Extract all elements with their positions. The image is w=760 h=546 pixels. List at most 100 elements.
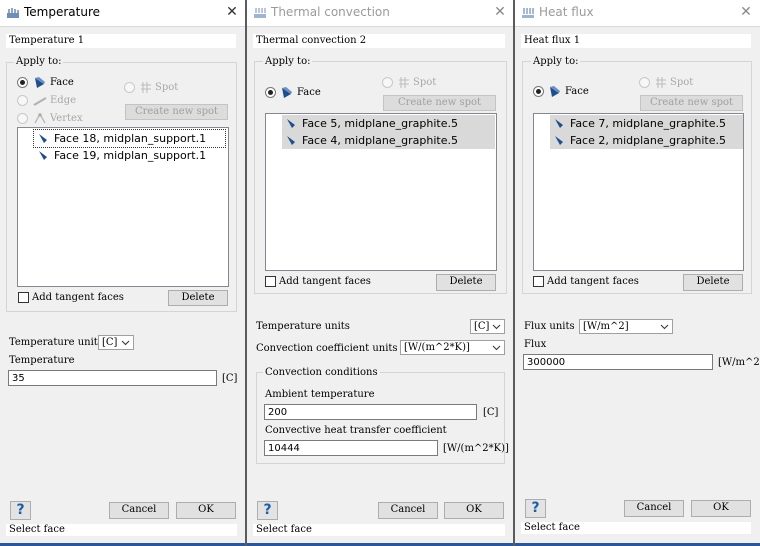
delete-button[interactable]: Delete — [683, 274, 743, 291]
temperature-units-value: [C] — [102, 337, 118, 348]
list-item[interactable]: Face 18, midplan_support.1 — [33, 129, 226, 148]
add-tangent-faces-label: Add tangent faces — [279, 276, 371, 287]
create-new-spot-button[interactable]: Create new spot — [383, 95, 496, 111]
edge-radio-label: Edge — [50, 95, 77, 106]
help-icon[interactable]: ? — [525, 499, 546, 518]
list-item[interactable]: Face 7, midplane_graphite.5 — [550, 115, 743, 132]
ambient-temperature-input[interactable] — [264, 404, 477, 420]
convective-coefficient-unit: [W/(m^2*K)] — [443, 443, 509, 454]
selected-faces-list[interactable]: Face 5, midplane_graphite.5 Face 4, midp… — [265, 113, 497, 271]
face-radio[interactable] — [17, 77, 28, 88]
list-item[interactable]: Face 5, midplane_graphite.5 — [282, 115, 495, 132]
edge-icon — [33, 97, 47, 106]
thermal-convection-dialog: Thermal convection ✕ Thermal convection … — [247, 0, 514, 546]
convection-coefficient-units-select[interactable]: [W/(m^2*K)] — [400, 340, 505, 355]
close-icon[interactable]: ✕ — [492, 4, 508, 20]
feature-name-field[interactable]: Heat flux 1 — [521, 34, 751, 48]
temperature-label: Temperature — [9, 355, 75, 366]
heat-flux-dialog: Heat flux ✕ Heat flux 1 Apply to: Face S… — [515, 0, 760, 546]
face-icon — [39, 134, 47, 143]
temperature-units-select[interactable]: [C] — [470, 319, 505, 334]
list-item[interactable]: Face 4, midplane_graphite.5 — [282, 132, 495, 149]
flux-label: Flux — [524, 339, 547, 350]
selected-faces-list[interactable]: Face 7, midplane_graphite.5 Face 2, midp… — [533, 113, 744, 271]
add-tangent-faces-checkbox[interactable] — [533, 276, 544, 287]
list-item-label: Face 4, midplane_graphite.5 — [302, 134, 458, 147]
temperature-units-value: [C] — [474, 321, 490, 332]
flux-units-select[interactable]: [W/m^2] — [579, 319, 673, 334]
add-tangent-faces-label: Add tangent faces — [547, 276, 639, 287]
cancel-button[interactable]: Cancel — [624, 500, 684, 517]
ok-button[interactable]: OK — [444, 502, 504, 519]
help-icon[interactable]: ? — [257, 501, 278, 520]
face-icon — [287, 136, 295, 145]
title-bar: Temperature ✕ — [0, 0, 246, 27]
edge-radio[interactable] — [17, 95, 28, 106]
list-item-label: Face 5, midplane_graphite.5 — [302, 117, 458, 130]
cancel-button[interactable]: Cancel — [378, 502, 438, 519]
face-icon — [555, 119, 563, 128]
vertex-radio[interactable] — [17, 113, 28, 124]
create-new-spot-button[interactable]: Create new spot — [125, 104, 228, 120]
delete-button[interactable]: Delete — [436, 274, 496, 291]
face-radio[interactable] — [265, 87, 276, 98]
apply-to-label: Apply to: — [263, 56, 313, 68]
title-bar: Heat flux ✕ — [515, 0, 760, 27]
add-tangent-faces-checkbox[interactable] — [18, 292, 29, 303]
convection-app-icon — [254, 8, 266, 18]
spot-radio[interactable] — [382, 77, 393, 88]
thermometer-app-icon — [7, 8, 19, 18]
list-item[interactable]: Face 2, midplane_graphite.5 — [550, 132, 743, 149]
face-radio-label: Face — [565, 86, 589, 97]
spot-icon — [399, 77, 409, 88]
create-new-spot-button[interactable]: Create new spot — [640, 95, 743, 111]
window-title: Temperature — [24, 5, 101, 19]
temperature-input[interactable] — [8, 370, 217, 386]
window-title: Thermal convection — [271, 5, 390, 19]
apply-to-label: Apply to: — [531, 56, 581, 68]
window-title: Heat flux — [539, 5, 594, 19]
list-item[interactable]: Face 19, midplan_support.1 — [34, 147, 225, 164]
close-icon[interactable]: ✕ — [224, 4, 240, 20]
status-bar: Select face — [253, 524, 505, 536]
status-bar: Select face — [521, 522, 751, 534]
flux-input[interactable] — [523, 354, 713, 370]
convection-coefficient-units-label: Convection coefficient units — [256, 343, 398, 354]
temperature-units-select[interactable]: [C] — [98, 335, 134, 350]
spot-icon — [141, 82, 151, 93]
help-icon[interactable]: ? — [10, 501, 31, 520]
ok-button[interactable]: OK — [176, 502, 236, 519]
spot-radio-label: Spot — [155, 82, 179, 93]
status-bar: Select face — [6, 524, 237, 536]
temperature-units-label: Temperature units — [256, 321, 350, 332]
ok-button[interactable]: OK — [691, 500, 751, 517]
temperature-units-label: Temperature units — [9, 337, 103, 348]
close-icon[interactable]: ✕ — [738, 4, 754, 20]
vertex-radio-label: Vertex — [50, 113, 83, 124]
spot-radio[interactable] — [639, 77, 650, 88]
ambient-temperature-unit: [C] — [483, 407, 499, 418]
list-item-label: Face 18, midplan_support.1 — [54, 132, 207, 145]
face-radio-label: Face — [50, 77, 74, 88]
cancel-button[interactable]: Cancel — [109, 502, 169, 519]
face-radio[interactable] — [533, 86, 544, 97]
apply-to-label: Apply to: — [14, 56, 64, 68]
feature-name-field[interactable]: Thermal convection 2 — [253, 34, 505, 48]
spot-radio-label: Spot — [413, 77, 437, 88]
face-radio-label: Face — [297, 87, 321, 98]
chevron-down-icon — [121, 340, 130, 346]
spot-radio-label: Spot — [670, 77, 694, 88]
ambient-temperature-label: Ambient temperature — [265, 389, 375, 400]
flux-units-label: Flux units — [524, 321, 575, 332]
chevron-down-icon — [492, 324, 501, 330]
convective-coefficient-input[interactable] — [264, 440, 438, 456]
list-item-label: Face 7, midplane_graphite.5 — [570, 117, 726, 130]
delete-button[interactable]: Delete — [168, 290, 228, 306]
add-tangent-faces-checkbox[interactable] — [265, 276, 276, 287]
feature-name-field[interactable]: Temperature 1 — [6, 34, 236, 48]
spot-radio[interactable] — [124, 82, 135, 93]
face-icon — [555, 136, 563, 145]
convection-conditions-label: Convection conditions — [263, 367, 380, 379]
selected-faces-list[interactable]: Face 18, midplan_support.1 Face 19, midp… — [17, 127, 229, 287]
list-item-label: Face 19, midplan_support.1 — [54, 149, 207, 162]
